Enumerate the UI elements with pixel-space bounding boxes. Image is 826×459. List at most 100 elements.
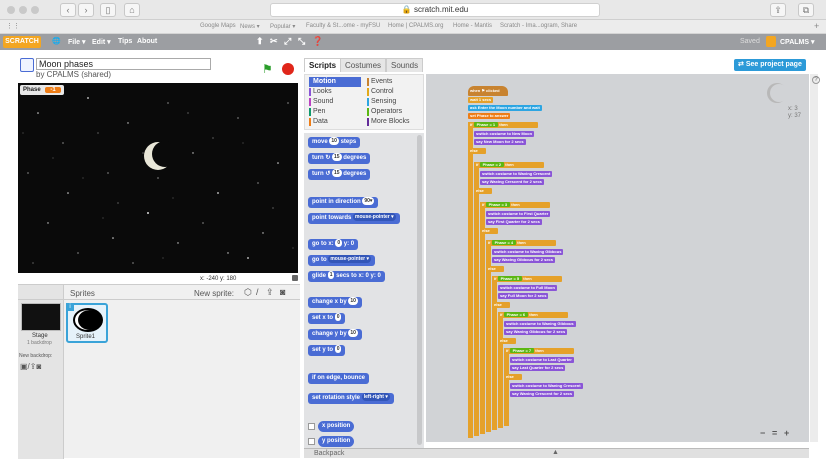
block-change-y[interactable]: change y by 10 (308, 329, 362, 340)
block-change-x[interactable]: change x by 10 (308, 297, 362, 308)
block-input[interactable]: 10 (329, 137, 339, 146)
bookmark-item[interactable]: Popular ▾ (270, 23, 295, 30)
menu-about[interactable]: About (137, 38, 157, 45)
switch-costume-block[interactable]: switch costume to Waning Gibbous (504, 321, 576, 327)
presentation-mode-icon[interactable] (20, 58, 34, 72)
stage[interactable]: Phase -1 (18, 83, 298, 273)
bookmark-item[interactable]: Scratch - Ima...ogram, Share (500, 23, 577, 29)
category-control[interactable]: Control (367, 87, 394, 97)
bookmark-item[interactable]: Home | CPALMS.org (388, 23, 443, 29)
green-flag-icon[interactable]: ⚑ (262, 62, 273, 76)
variable-monitor[interactable]: Phase -1 (20, 85, 64, 95)
scratch-logo[interactable]: SCRATCH (3, 36, 41, 48)
bookmark-item[interactable]: Home - Mantis (453, 23, 492, 29)
say-block[interactable]: say Waning Gibbous for 2 secs (504, 329, 568, 335)
bookmark-item[interactable]: Faculty & St...ome - myFSU (306, 23, 380, 29)
x-position-checkbox[interactable] (308, 423, 315, 430)
say-block[interactable]: say Waxing Gibbous for 2 secs (492, 257, 555, 263)
condition[interactable]: Phase = 3 (485, 202, 511, 207)
script-ask-block[interactable]: ask Enter the Moon number and wait (468, 105, 542, 111)
block-set-rotation-style[interactable]: set rotation style left-right ▾ (308, 393, 394, 404)
category-more-blocks[interactable]: More Blocks (367, 117, 410, 127)
close-window-icon[interactable] (7, 6, 15, 14)
switch-costume-block[interactable]: switch costume to Waxing Gibbous (492, 249, 564, 255)
upload-sprite-icon[interactable]: ⇪ (266, 287, 274, 298)
if-block[interactable]: if Phase = 1 then (468, 122, 538, 128)
condition[interactable]: Phase = 2 (479, 162, 505, 167)
menu-file[interactable]: File ▾ (68, 38, 86, 46)
block-input[interactable]: 15 (332, 169, 342, 178)
y-position-checkbox[interactable] (308, 438, 315, 445)
switch-costume-block[interactable]: switch costume to Full Moon (498, 285, 557, 291)
if-block[interactable]: if Phase = 5 then (492, 276, 562, 282)
category-pen[interactable]: Pen (309, 107, 325, 117)
block-glide[interactable]: glide 1 secs to x: 0 y: 0 (308, 271, 385, 282)
stage-thumbnail[interactable] (21, 303, 61, 331)
if-block[interactable]: if Phase = 3 then (480, 202, 550, 208)
block-go-to[interactable]: go to mouse-pointer ▾ (308, 255, 375, 266)
menu-edit[interactable]: Edit ▾ (92, 38, 111, 46)
block-if-on-edge-bounce[interactable]: if on edge, bounce (308, 373, 370, 384)
stage-size-toggle-icon[interactable] (292, 275, 298, 281)
block-input[interactable]: 10 (348, 297, 358, 306)
url-bar[interactable]: 🔒 scratch.mit.edu (270, 3, 600, 17)
if-block[interactable]: if Phase = 4 then (486, 240, 556, 246)
block-set-y[interactable]: set y to 0 (308, 345, 346, 356)
block-move[interactable]: move 10 steps (308, 137, 361, 148)
reporter-y-position[interactable]: y position (318, 436, 355, 447)
delete-icon[interactable]: ✂ (270, 36, 278, 47)
sidebar-icon[interactable]: ▯ (100, 3, 116, 17)
switch-costume-block[interactable]: switch costume to Waxing Crescent (480, 171, 553, 177)
if-block[interactable]: if Phase = 2 then (474, 162, 544, 168)
stop-icon[interactable] (282, 63, 294, 75)
say-block[interactable]: say New Moon for 2 secs (474, 139, 526, 145)
say-block[interactable]: say Full Moon for 2 secs (498, 293, 549, 299)
home-icon[interactable]: ⌂ (124, 3, 140, 17)
back-icon[interactable]: ‹ (60, 3, 76, 17)
zoom-out-icon[interactable]: − (760, 428, 765, 438)
block-dropdown[interactable]: left-right ▾ (361, 393, 390, 402)
if-block[interactable]: if Phase = 7 then (504, 348, 574, 354)
block-input[interactable]: 0 (335, 239, 343, 248)
block-input[interactable]: 15 (332, 153, 342, 162)
tab-sounds[interactable]: Sounds (386, 58, 424, 72)
bookmark-item[interactable]: Google Maps (200, 23, 236, 29)
block-input[interactable]: 90▾ (362, 197, 375, 206)
category-events[interactable]: Events (367, 77, 392, 87)
condition[interactable]: Phase = 1 (473, 122, 499, 127)
globe-icon[interactable]: 🌐 (52, 37, 61, 45)
block-input[interactable]: 0 (334, 313, 342, 322)
category-operators[interactable]: Operators (367, 107, 402, 117)
say-block[interactable]: say Waxing Crescent for 2 secs (480, 179, 544, 185)
say-block[interactable]: say Last Quarter for 2 secs (510, 365, 566, 371)
block-go-to-xy[interactable]: go to x: 0 y: 0 (308, 239, 359, 250)
scripts-area[interactable]: when ⚑ clicked wait 1 secs ask Enter the… (426, 74, 809, 442)
project-title-input[interactable]: Moon phases (36, 58, 211, 70)
switch-costume-block[interactable]: switch costume to First Quarter (486, 211, 551, 217)
shrink-icon[interactable]: ⤡ (298, 36, 305, 47)
switch-costume-block[interactable]: switch costume to Last Quarter (510, 357, 574, 363)
sprite-tile[interactable]: i Sprite1 (66, 303, 108, 343)
camera-icon[interactable]: ◙ (280, 287, 285, 297)
backdrop-tools-icon[interactable]: ▣/⇪◙ (20, 362, 41, 371)
zoom-in-icon[interactable]: + (784, 428, 789, 438)
script-wait-block[interactable]: wait 1 secs (468, 97, 494, 103)
say-block[interactable]: say First Quarter for 2 secs (486, 219, 542, 225)
paint-sprite-icon[interactable]: ⬡ (244, 287, 252, 298)
block-input[interactable]: 0 (334, 345, 342, 354)
category-looks[interactable]: Looks (309, 87, 332, 97)
minimize-window-icon[interactable] (19, 6, 27, 14)
forward-icon[interactable]: › (78, 3, 94, 17)
duplicate-icon[interactable]: ⬆ (256, 36, 264, 47)
see-project-page-button[interactable]: ⇄ See project page (734, 59, 806, 71)
condition[interactable]: Phase = 7 (509, 348, 535, 353)
backpack-bar[interactable]: Backpack ▲ (304, 448, 809, 458)
block-input[interactable]: 1 (327, 271, 335, 280)
user-avatar[interactable] (766, 36, 776, 47)
zoom-reset-icon[interactable]: = (772, 428, 777, 438)
scripts-scrollbar[interactable] (810, 74, 818, 442)
if-block[interactable]: if Phase = 6 then (498, 312, 568, 318)
zoom-window-icon[interactable] (31, 6, 39, 14)
help-icon[interactable]: ❓ (312, 36, 323, 47)
bookmark-item[interactable]: News ▾ (240, 23, 260, 30)
